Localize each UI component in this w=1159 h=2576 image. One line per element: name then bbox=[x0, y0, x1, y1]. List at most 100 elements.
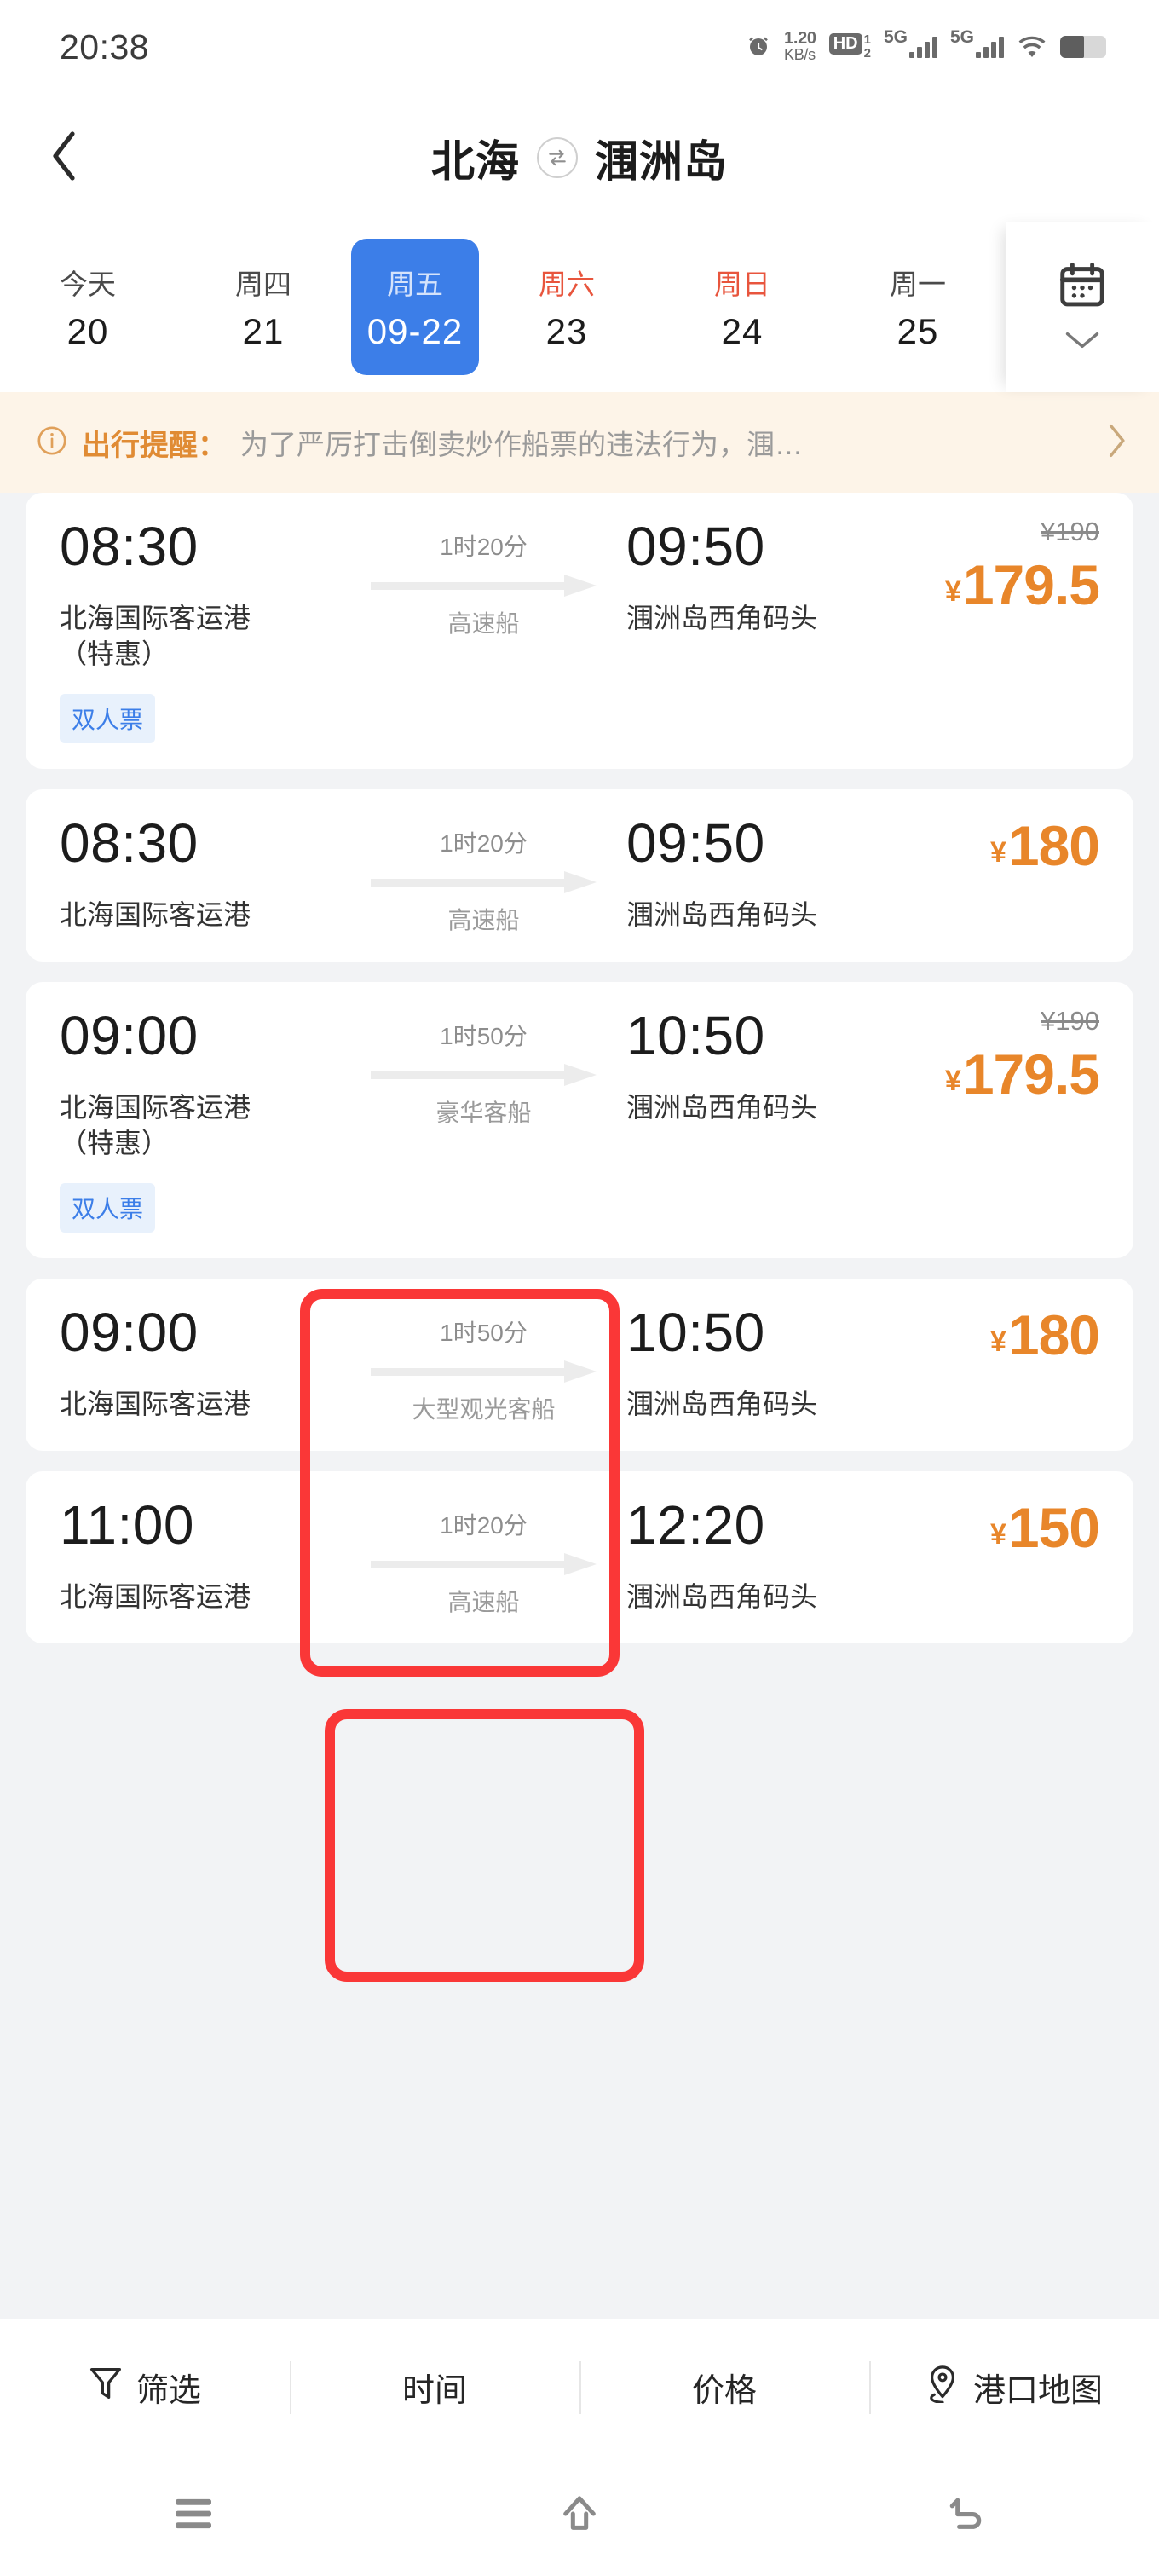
port-map-label: 港口地图 bbox=[972, 2373, 1103, 2409]
trip-card[interactable]: 08:30 北海国际客运港 1时20分 高速船 09:50 涠洲岛西角码头 ¥180 bbox=[26, 789, 1133, 962]
app-header: 北海 涠洲岛 bbox=[0, 94, 1159, 222]
home-icon bbox=[557, 2492, 602, 2539]
boat-type: 高速船 bbox=[447, 1589, 520, 1616]
date-tab-weekday: 今天 bbox=[60, 269, 116, 300]
time-sort-label: 时间 bbox=[401, 2373, 467, 2409]
arrival-block: 10:50 涠洲岛西角码头 bbox=[626, 1005, 835, 1125]
sort-by-time-button[interactable]: 时间 bbox=[290, 2356, 580, 2419]
date-tab-3[interactable]: 周六 23 bbox=[479, 243, 654, 371]
status-bar-clock: 20:38 bbox=[60, 26, 150, 66]
origin-city: 北海 bbox=[430, 137, 520, 186]
boat-type: 高速船 bbox=[447, 907, 520, 934]
currency-symbol: ¥ bbox=[989, 1326, 1006, 1359]
price-block: ¥180 bbox=[835, 1302, 1100, 1367]
date-tab-day: 20 bbox=[66, 311, 109, 351]
date-tab-day: 21 bbox=[242, 311, 285, 351]
date-tab-weekday: 周日 bbox=[714, 269, 770, 300]
departure-block: 09:00 北海国际客运港 （特惠） 双人票 bbox=[60, 1005, 341, 1233]
original-price: ¥190 bbox=[1041, 1006, 1099, 1037]
price-sort-label: 价格 bbox=[691, 2373, 757, 2409]
hd-sim-top: 1 bbox=[863, 32, 871, 47]
duration-block: 1时20分 高速船 bbox=[341, 813, 626, 936]
date-tab-weekday: 周六 bbox=[539, 269, 595, 300]
wifi-icon bbox=[1017, 35, 1047, 59]
home-button[interactable] bbox=[494, 2473, 665, 2558]
current-price: ¥150 bbox=[989, 1495, 1100, 1560]
current-price: ¥180 bbox=[990, 813, 1100, 878]
trip-row: 08:30 北海国际客运港 1时20分 高速船 09:50 涠洲岛西角码头 ¥180 bbox=[60, 812, 1100, 936]
currency-symbol: ¥ bbox=[944, 1065, 961, 1098]
date-tab-5[interactable]: 周一 25 bbox=[830, 243, 1006, 371]
trip-duration: 1时50分 bbox=[440, 1320, 528, 1347]
current-price: ¥179.5 bbox=[945, 552, 1100, 617]
trip-list: 08:30 北海国际客运港 （特惠） 双人票 1时20分 高速船 09:50 涠洲岛西角码头 ¥… bbox=[0, 493, 1159, 1664]
arrival-block: 09:50 涠洲岛西角码头 bbox=[626, 812, 835, 933]
back-arrow-icon bbox=[944, 2493, 987, 2538]
departure-port: 北海国际客运港 bbox=[60, 1579, 341, 1614]
phone-screen: 20:38 1.20 KB/s HD 1 2 5G 5G 北海 涠洲岛 今天 2… bbox=[0, 0, 1159, 2576]
trip-card[interactable]: 08:30 北海国际客运港 （特惠） 双人票 1时20分 高速船 09:50 涠洲岛西角码头 ¥… bbox=[26, 493, 1133, 770]
date-tab-1[interactable]: 周四 21 bbox=[176, 243, 351, 371]
departure-port-note: （特惠） bbox=[60, 1128, 170, 1159]
filter-label: 筛选 bbox=[136, 2373, 201, 2409]
filter-button[interactable]: 筛选 bbox=[0, 2356, 290, 2419]
departure-port-name: 北海国际客运港 bbox=[60, 898, 251, 930]
date-tab-2[interactable]: 周五 09-22 bbox=[351, 239, 479, 375]
direction-arrow-icon bbox=[371, 871, 597, 894]
direction-arrow-icon bbox=[371, 1553, 597, 1576]
port-map-button[interactable]: 港口地图 bbox=[869, 2356, 1159, 2419]
recent-apps-button[interactable] bbox=[108, 2473, 279, 2558]
ticket-badge: 双人票 bbox=[60, 1183, 156, 1233]
hd-badge-label: HD bbox=[828, 32, 862, 55]
status-bar: 20:38 1.20 KB/s HD 1 2 5G 5G bbox=[0, 0, 1159, 94]
bottom-toolbar: 筛选 时间 价格 港口地图 bbox=[0, 2319, 1159, 2455]
departure-time: 11:00 bbox=[60, 1494, 194, 1557]
sim2-network-label: 5G bbox=[949, 26, 974, 47]
trip-row: 11:00 北海国际客运港 1时20分 高速船 12:20 涠洲岛西角码头 ¥150 bbox=[60, 1495, 1100, 1618]
price-block: ¥180 bbox=[835, 813, 1100, 878]
sort-by-price-button[interactable]: 价格 bbox=[580, 2356, 869, 2419]
departure-block: 11:00 北海国际客运港 bbox=[60, 1495, 341, 1614]
sim2-signal-bars bbox=[976, 36, 1004, 58]
departure-block: 09:00 北海国际客运港 bbox=[60, 1302, 341, 1422]
currency-symbol: ¥ bbox=[989, 1518, 1006, 1551]
departure-port: 北海国际客运港 bbox=[60, 897, 341, 933]
sim1-signal-bars bbox=[908, 36, 937, 58]
sim1-network-label: 5G bbox=[883, 26, 908, 47]
departure-port: 北海国际客运港 （特惠） bbox=[60, 1089, 341, 1161]
trip-card[interactable]: 09:00 北海国际客运港 （特惠） 双人票 1时50分 豪华客船 10:50 涠洲岛西角码头… bbox=[26, 982, 1133, 1259]
departure-port-name: 北海国际客运港 bbox=[60, 1580, 251, 1612]
back-button[interactable] bbox=[0, 129, 128, 188]
arrival-time: 09:50 bbox=[626, 516, 765, 577]
battery-icon bbox=[1060, 36, 1106, 58]
trip-row: 09:00 北海国际客运港 （特惠） 双人票 1时50分 豪华客船 10:50 涠洲岛西角码头… bbox=[60, 1005, 1100, 1233]
date-tab-day: 09-22 bbox=[366, 311, 464, 351]
travel-notice-banner[interactable]: 出行提醒： 为了严厉打击倒卖炒作船票的违法行为，涠… bbox=[0, 392, 1159, 493]
info-circle-icon bbox=[36, 425, 68, 461]
date-tab-4[interactable]: 周日 24 bbox=[654, 243, 830, 371]
date-tab-day: 24 bbox=[721, 311, 764, 351]
network-speed-indicator: 1.20 KB/s bbox=[784, 31, 816, 62]
date-tab-0[interactable]: 今天 20 bbox=[0, 243, 176, 371]
trip-duration: 1时50分 bbox=[440, 1023, 528, 1050]
highlight-trip4-duration bbox=[325, 1709, 644, 1982]
notice-text: 为了严厉打击倒卖炒作船票的违法行为，涠… bbox=[240, 429, 803, 460]
arrival-port: 涠洲岛西角码头 bbox=[626, 1388, 818, 1419]
arrival-port: 涠洲岛西角码头 bbox=[626, 898, 818, 930]
network-speed-unit: KB/s bbox=[784, 45, 816, 63]
back-button-nav[interactable] bbox=[880, 2473, 1051, 2558]
departure-time: 08:30 bbox=[60, 516, 199, 577]
date-tab-day: 25 bbox=[897, 311, 939, 351]
arrival-block: 09:50 涠洲岛西角码头 bbox=[626, 516, 835, 636]
swap-arrows-icon[interactable] bbox=[537, 137, 578, 178]
trip-card[interactable]: 09:00 北海国际客运港 1时50分 大型观光客船 10:50 涠洲岛西角码头 ¥180 bbox=[26, 1279, 1133, 1452]
location-pin-icon bbox=[925, 2364, 960, 2411]
arrival-time: 12:20 bbox=[626, 1494, 765, 1557]
arrival-block: 12:20 涠洲岛西角码头 bbox=[626, 1495, 835, 1614]
departure-time: 08:30 bbox=[60, 812, 199, 875]
trip-row: 09:00 北海国际客运港 1时50分 大型观光客船 10:50 涠洲岛西角码头 ¥180 bbox=[60, 1302, 1100, 1425]
trip-card[interactable]: 11:00 北海国际客运港 1时20分 高速船 12:20 涠洲岛西角码头 ¥150 bbox=[26, 1471, 1133, 1644]
calendar-picker-button[interactable] bbox=[1006, 222, 1159, 392]
arrival-time: 10:50 bbox=[626, 1005, 765, 1067]
price-amount: 180 bbox=[1007, 814, 1100, 878]
